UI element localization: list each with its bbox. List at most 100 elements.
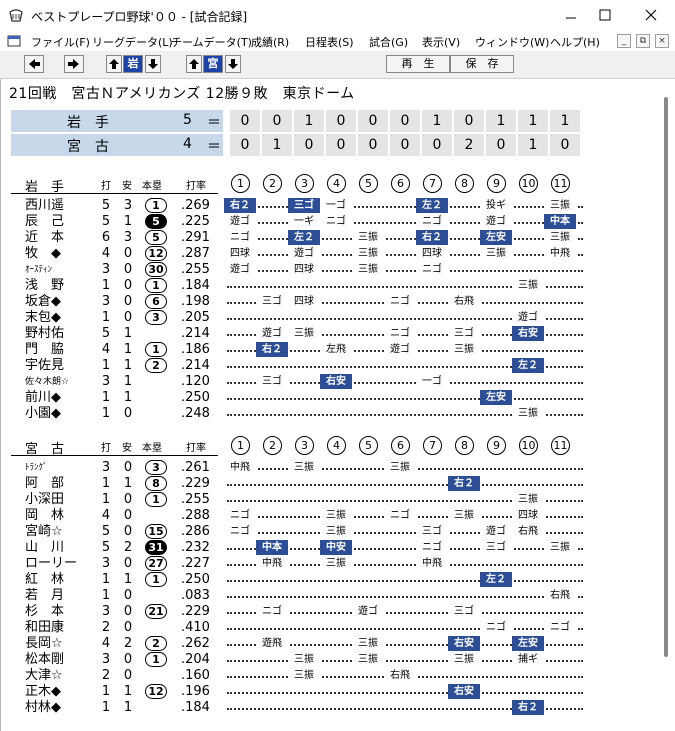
- player-name: 野村佑: [25, 326, 65, 341]
- prev-game-button[interactable]: [24, 55, 44, 73]
- menu-item[interactable]: 表示(V): [422, 34, 460, 50]
- at-bats: 1: [101, 700, 111, 715]
- at-bats: 3: [101, 604, 111, 619]
- scoreboard-row: 宮 古 4 ＝ 0 1 0 0 0 0 0 2 0 1 0: [11, 134, 580, 156]
- hits: 0: [123, 406, 133, 421]
- at-bat-result: 中飛: [544, 246, 576, 261]
- at-bats: 1: [101, 684, 111, 699]
- home-up-button[interactable]: [186, 55, 202, 73]
- menu-item[interactable]: チームデータ(T): [171, 34, 252, 50]
- player-row[interactable]: 村林◆ 1 1 .184 右２: [11, 700, 656, 716]
- mdi-minimize-button[interactable]: _: [617, 34, 631, 48]
- mdi-close-button[interactable]: ×: [655, 34, 669, 48]
- play-button[interactable]: 再 生: [386, 55, 450, 73]
- player-row[interactable]: 辰 己 5 1 5.225 遊ゴ 一ギ ニゴ ニゴ 遊ゴ 中本: [11, 214, 656, 230]
- player-row[interactable]: 前川◆ 1 1 .250 左安: [11, 390, 656, 406]
- player-row[interactable]: 坂倉◆ 3 0 6 .198 三ゴ 四球 ニゴ 右飛: [11, 294, 656, 310]
- at-bat-result: 中飛: [256, 556, 288, 571]
- inning-label: 9: [487, 174, 506, 193]
- batting-average: .198: [181, 294, 210, 309]
- player-row[interactable]: 小深田 1 0 1 .255 三振: [11, 492, 656, 508]
- at-bat-result: 四球: [416, 246, 448, 261]
- player-row[interactable]: ｵｰｽﾃｨﾝ 3 0 30 .255 遊ゴ 四球 三振 ニゴ: [11, 262, 656, 278]
- document-icon[interactable]: [7, 34, 21, 48]
- minimize-icon: [566, 17, 576, 19]
- at-bat-result: 右飛: [512, 524, 544, 539]
- away-up-button[interactable]: [106, 55, 122, 73]
- at-bat-result: 三振: [320, 524, 352, 539]
- player-row[interactable]: 阿 部 1 1 8.229 右２: [11, 476, 656, 492]
- batting-average: .160: [181, 668, 210, 683]
- dotted-line: [227, 222, 583, 224]
- at-bats: 5: [101, 214, 111, 229]
- player-name: 紅 林: [25, 572, 65, 587]
- player-row[interactable]: 末包◆ 1 0 3 .205 遊ゴ: [11, 310, 656, 326]
- player-row[interactable]: 近 本 6 3 5 .291 ニゴ 左２ 三振 右２ 左安 三振: [11, 230, 656, 246]
- player-row[interactable]: 和田康 2 0 .410 ニゴ ニゴ: [11, 620, 656, 636]
- player-row[interactable]: 紅 林 1 1 1.250 左２: [11, 572, 656, 588]
- player-name: 小園◆: [25, 406, 61, 421]
- close-button[interactable]: [636, 3, 666, 27]
- hits: 0: [123, 460, 133, 475]
- inning-score: 0: [454, 110, 484, 132]
- player-row[interactable]: 浅 野 1 0 1 .184 三振: [11, 278, 656, 294]
- inning-score: 0: [550, 134, 580, 156]
- team-name: 宮 古: [67, 139, 109, 155]
- inning-label: 2: [263, 436, 282, 455]
- away-team-button[interactable]: 岩: [123, 55, 143, 73]
- home-team-button[interactable]: 宮: [203, 55, 223, 73]
- batting-average: .214: [181, 326, 210, 341]
- next-game-button[interactable]: [64, 55, 84, 73]
- mdi-restore-button[interactable]: ⧉: [636, 34, 650, 48]
- batting-average: .225: [181, 214, 210, 229]
- player-row[interactable]: 正木◆ 1 1 12 .196 右安: [11, 684, 656, 700]
- home-down-button[interactable]: [225, 55, 241, 73]
- player-row[interactable]: 杉 本 3 0 21 .229 ニゴ 遊ゴ 三ゴ: [11, 604, 656, 620]
- player-row[interactable]: ﾄﾗﾝｸﾞ 3 0 3 .261 中飛 三振 三振: [11, 460, 656, 476]
- player-row[interactable]: 松本剛 3 0 1 .204 三振 三振 三振 捕ギ: [11, 652, 656, 668]
- dotted-line: [227, 596, 583, 598]
- app-icon: [9, 9, 23, 22]
- player-row[interactable]: 西川遥 5 3 1 .269 右２ 三ゴ 一ゴ 左２ 投ギ 三振: [11, 198, 656, 214]
- column-header: 打率: [186, 181, 206, 192]
- menu-item[interactable]: 日程表(S): [305, 34, 354, 50]
- scrollbar-thumb[interactable]: [664, 97, 668, 657]
- player-row[interactable]: 宮崎☆ 5 0 15 .286 ニゴ 三振 三ゴ 遊ゴ 右飛: [11, 524, 656, 540]
- player-row[interactable]: 野村佑 5 1 .214 遊ゴ 三振 ニゴ 三ゴ 右安: [11, 326, 656, 342]
- inning-score: 0: [230, 134, 260, 156]
- player-row[interactable]: 宇佐見 1 1 2.214 左２: [11, 358, 656, 374]
- menu-item[interactable]: ウィンドウ(W): [475, 34, 549, 50]
- menu-item[interactable]: ファイル(F): [31, 34, 90, 50]
- player-row[interactable]: 長岡☆ 4 2 2.262 遊飛 三振 右安 左安: [11, 636, 656, 652]
- player-row[interactable]: 若 月 1 0 .083 右飛: [11, 588, 656, 604]
- menu-item[interactable]: リーグデータ(L): [92, 34, 173, 50]
- away-down-button[interactable]: [145, 55, 161, 73]
- player-row[interactable]: 牧 ◆ 4 0 12 .287 四球 遊ゴ 三振 四球 三振 中飛: [11, 246, 656, 262]
- at-bat-result: 中飛: [224, 460, 256, 475]
- arrow-right-icon: [68, 59, 79, 69]
- player-row[interactable]: 門 脇 4 1 1.186 右２ 左飛 遊ゴ 三振: [11, 342, 656, 358]
- player-row[interactable]: 大津☆ 2 0 .160 三振 右飛: [11, 668, 656, 684]
- inning-score: 0: [390, 110, 420, 132]
- menu-item[interactable]: 試合(G): [369, 34, 408, 50]
- batting-average: .255: [181, 492, 210, 507]
- player-row[interactable]: 佐々木朗☆ 3 1 .120 三ゴ 右安 一ゴ: [11, 374, 656, 390]
- menu-item[interactable]: ヘルプ(H): [550, 34, 600, 50]
- dotted-line: [227, 398, 583, 400]
- player-row[interactable]: ローリー 3 0 27 .227 中飛 三振 中飛: [11, 556, 656, 572]
- batting-average: .250: [181, 572, 210, 587]
- player-row[interactable]: 小園◆ 1 0 .248 三振: [11, 406, 656, 422]
- inning-label: 4: [327, 174, 346, 193]
- player-row[interactable]: 岡 林 4 0 .288 ニゴ 三振 ニゴ 三振 四球: [11, 508, 656, 524]
- player-name: 山 川: [25, 540, 65, 555]
- at-bats: 1: [101, 406, 111, 421]
- minimize-button[interactable]: [556, 3, 586, 27]
- inning-label: 8: [455, 436, 474, 455]
- player-name: 前川◆: [25, 390, 61, 405]
- save-button[interactable]: 保 存: [450, 55, 514, 73]
- menu-item[interactable]: 成績(R): [251, 34, 289, 50]
- player-row[interactable]: 山 川 5 2 31 .232 中本 中安 ニゴ 三ゴ 三振: [11, 540, 656, 556]
- maximize-button[interactable]: [590, 3, 620, 27]
- vertical-scrollbar[interactable]: [660, 79, 673, 731]
- arrow-down-icon: [148, 59, 158, 69]
